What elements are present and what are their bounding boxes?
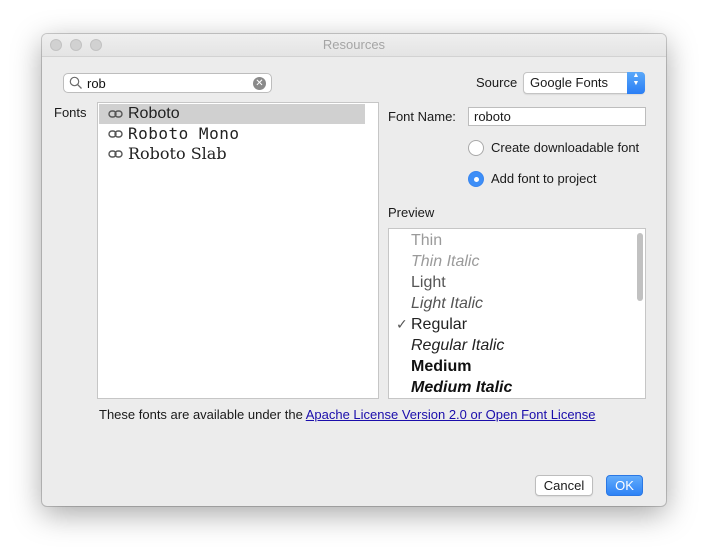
link-icon bbox=[108, 150, 123, 158]
cancel-button[interactable]: Cancel bbox=[535, 475, 593, 496]
zoom-window-button[interactable] bbox=[90, 39, 102, 51]
license-text: These fonts are available under the bbox=[99, 407, 303, 422]
preview-scrollbar[interactable] bbox=[637, 233, 643, 301]
resources-dialog: Resources rob ✕ Source Google Fonts ▲ ▼ F… bbox=[42, 34, 666, 506]
search-field[interactable]: rob ✕ bbox=[63, 73, 272, 93]
add-to-project-radio[interactable] bbox=[468, 171, 484, 187]
font-name-field[interactable]: roboto bbox=[468, 107, 646, 126]
create-downloadable-option[interactable]: Create downloadable font bbox=[468, 139, 658, 159]
title-bar[interactable]: Resources bbox=[42, 34, 666, 57]
preview-label: Preview bbox=[388, 205, 435, 220]
clear-icon[interactable]: ✕ bbox=[253, 77, 266, 90]
minimize-window-button[interactable] bbox=[70, 39, 82, 51]
license-link[interactable]: Apache License Version 2.0 or Open Font … bbox=[306, 407, 596, 422]
preview-list[interactable]: Thin Thin Italic Light Light Italic ✓ Re… bbox=[388, 228, 646, 399]
font-item-label: Roboto Slab bbox=[128, 144, 227, 163]
preview-style-light-italic[interactable]: Light Italic bbox=[411, 295, 483, 313]
add-to-project-option[interactable]: Add font to project bbox=[468, 170, 658, 190]
font-list[interactable]: Roboto Roboto Mono Roboto Slab bbox=[97, 102, 379, 399]
font-item-roboto-mono[interactable]: Roboto Mono bbox=[99, 124, 365, 144]
ok-button[interactable]: OK bbox=[606, 475, 643, 496]
font-item-label: Roboto Mono bbox=[128, 124, 240, 143]
search-input[interactable]: rob bbox=[87, 75, 106, 92]
preview-style-thin-italic[interactable]: Thin Italic bbox=[411, 253, 479, 271]
font-item-roboto-slab[interactable]: Roboto Slab bbox=[99, 144, 365, 164]
font-item-roboto[interactable]: Roboto bbox=[99, 104, 365, 124]
preview-style-light[interactable]: Light bbox=[411, 274, 446, 292]
preview-style-regular[interactable]: Regular bbox=[411, 316, 467, 334]
preview-style-medium-italic[interactable]: Medium Italic bbox=[411, 379, 512, 397]
create-downloadable-radio[interactable] bbox=[468, 140, 484, 156]
checkmark-icon: ✓ bbox=[396, 316, 408, 332]
window-title: Resources bbox=[322, 37, 386, 52]
preview-style-thin[interactable]: Thin bbox=[411, 232, 442, 250]
link-icon bbox=[108, 130, 123, 138]
link-icon bbox=[108, 110, 123, 118]
font-name-label: Font Name: bbox=[388, 109, 456, 124]
source-label: Source bbox=[476, 75, 518, 90]
preview-style-medium[interactable]: Medium bbox=[411, 358, 471, 376]
source-dropdown[interactable]: Google Fonts ▲ ▼ bbox=[523, 72, 645, 94]
create-downloadable-label: Create downloadable font bbox=[491, 140, 640, 155]
font-item-label: Roboto bbox=[128, 105, 180, 122]
close-window-button[interactable] bbox=[50, 39, 62, 51]
source-selected-value: Google Fonts bbox=[530, 75, 609, 90]
license-notice: These fonts are available under the Apac… bbox=[99, 407, 596, 422]
search-icon bbox=[69, 76, 82, 89]
chevron-updown-icon[interactable]: ▲ ▼ bbox=[627, 72, 645, 94]
add-to-project-label: Add font to project bbox=[491, 171, 597, 186]
preview-style-regular-italic[interactable]: Regular Italic bbox=[411, 337, 504, 355]
font-name-value: roboto bbox=[474, 109, 511, 124]
fonts-label: Fonts bbox=[54, 105, 87, 120]
